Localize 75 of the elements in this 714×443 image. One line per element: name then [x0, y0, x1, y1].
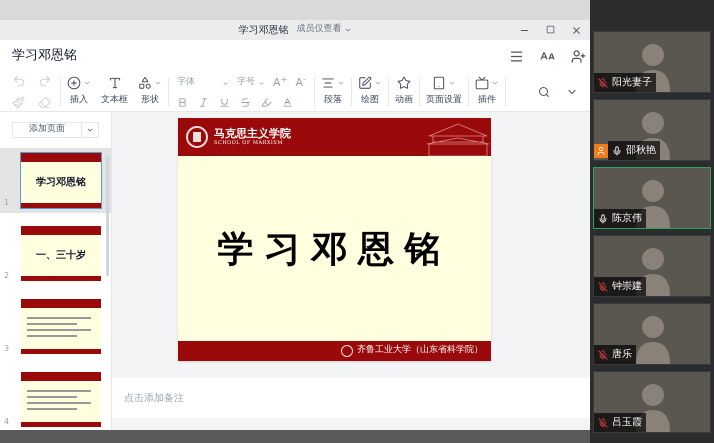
name-tag: 邵秋艳: [608, 141, 660, 160]
toolbar-button[interactable]: 绘图: [354, 76, 386, 108]
user-add-icon[interactable]: [571, 48, 586, 64]
page-icon: [432, 76, 446, 90]
school-name: 马克思主义学院: [214, 128, 291, 139]
text-lines-drawing: [27, 389, 93, 413]
search-icon[interactable]: [538, 86, 550, 98]
slide-number: 2: [4, 270, 10, 282]
gate-tower-drawing: [425, 122, 491, 156]
eraser-icon[interactable]: [38, 96, 51, 109]
slide-number: 3: [4, 342, 10, 354]
slide-number: 4: [4, 416, 10, 428]
text-box-icon: [108, 76, 122, 90]
person-silhouette-icon: [636, 314, 670, 364]
thumbnail-title: 一、三十岁: [35, 248, 87, 262]
bold-icon[interactable]: [177, 97, 188, 108]
window-title: 学习邓恩铭: [238, 24, 288, 38]
shapes-icon: [138, 76, 152, 90]
caret-icon: [222, 80, 229, 86]
caret-icon: [258, 80, 265, 86]
mic-icon: [598, 214, 608, 224]
menu-icon[interactable]: [509, 48, 524, 64]
name-tag: 阳光妻子: [594, 73, 656, 92]
redo-icon[interactable]: [38, 74, 52, 88]
underline-icon[interactable]: [219, 97, 230, 108]
font-color-icon[interactable]: [282, 97, 293, 108]
muted-mic-icon: [598, 282, 608, 292]
pen-icon: [358, 76, 372, 90]
person-silhouette-icon: [636, 110, 670, 160]
name-tag: 吕玉霞: [594, 413, 646, 432]
plus-circle-icon: [67, 76, 81, 90]
star-icon: [396, 76, 411, 90]
view-mode-dropdown[interactable]: 成员仅查看: [296, 23, 352, 37]
toolbar-button[interactable]: 插件: [470, 76, 503, 108]
video-tile[interactable]: 吕玉霞: [593, 371, 711, 433]
video-tile[interactable]: 阳光妻子: [593, 31, 711, 93]
toolbar-button[interactable]: 文本框: [97, 76, 132, 108]
toolbar-button[interactable]: 动画: [390, 76, 417, 108]
caret-icon: [344, 26, 352, 34]
toolbar-button[interactable]: 段落: [316, 76, 349, 108]
highlighter-icon[interactable]: [261, 97, 272, 108]
close-icon[interactable]: [571, 24, 582, 36]
slide-number: 1: [4, 196, 10, 208]
video-tile[interactable]: 钟崇建: [593, 235, 711, 297]
italic-icon[interactable]: [198, 97, 209, 108]
slide-title: 学习邓恩铭: [218, 226, 452, 272]
text-lines-drawing: [27, 316, 93, 340]
school-logo: [186, 126, 208, 148]
muted-mic-icon: [598, 418, 608, 428]
undo-icon[interactable]: [12, 74, 26, 88]
slide-thumbnail[interactable]: 2 一、三十岁: [0, 220, 111, 286]
strikethrough-icon[interactable]: [240, 97, 251, 108]
video-tile[interactable]: 陈京伟: [593, 167, 711, 229]
name-tag: 钟崇建: [594, 277, 646, 296]
scrollbar[interactable]: [106, 156, 109, 276]
format-painter-icon[interactable]: [12, 96, 25, 109]
thumbnail-title: 学习邓恩铭: [35, 176, 87, 190]
document-title: 学习邓恩铭: [12, 47, 78, 66]
name-tag: 唐乐: [594, 345, 636, 364]
muted-mic-icon: [598, 350, 608, 360]
screen-icon: [474, 76, 489, 90]
align-icon: [320, 76, 335, 90]
mic-icon: [612, 146, 622, 156]
toolbar-button[interactable]: 页面设置: [422, 76, 466, 108]
notes-field[interactable]: 点击添加备注: [112, 378, 590, 418]
toolbar-button[interactable]: 插入: [63, 76, 95, 108]
slide-thumbnail[interactable]: 1 学习邓恩铭: [0, 148, 111, 212]
university-logo: [341, 345, 353, 357]
video-tile[interactable]: 唐乐: [593, 303, 711, 365]
muted-mic-icon: [598, 78, 608, 88]
name-tag: 陈京伟: [594, 209, 646, 228]
university-name: 齐鲁工业大学（山东省科学院）: [357, 344, 483, 358]
maximize-icon[interactable]: [546, 24, 555, 34]
video-tile[interactable]: 邵秋艳: [593, 99, 711, 161]
toolbar-button[interactable]: 形状: [134, 76, 166, 108]
